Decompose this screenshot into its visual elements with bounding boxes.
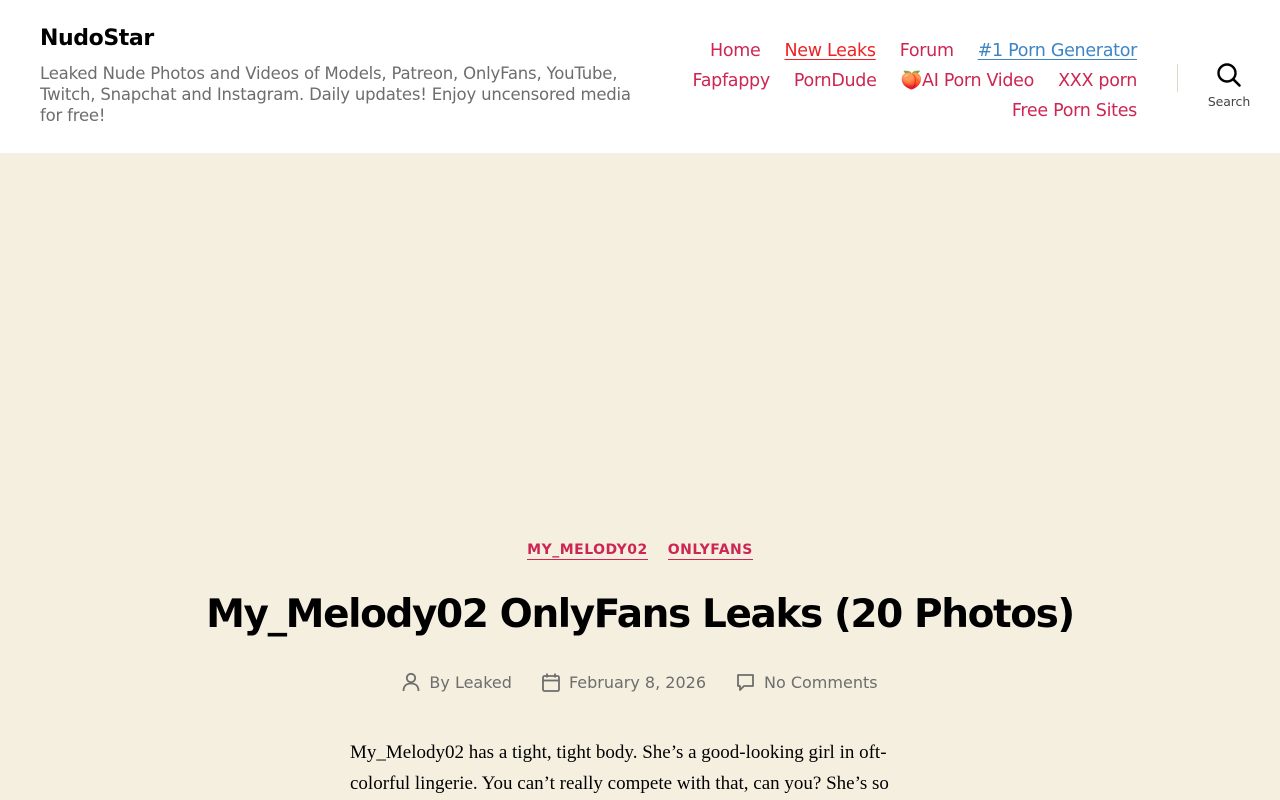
nav-row: Home New Leaks Forum #1 Porn Generator — [617, 36, 1137, 66]
site-title[interactable]: NudoStar — [40, 26, 154, 51]
post-excerpt: My_Melody02 has a tight, tight body. She… — [350, 742, 889, 794]
nav-item-ai-porn-video[interactable]: 🍑AI Porn Video — [901, 71, 1035, 91]
nav-item-new-leaks[interactable]: New Leaks — [784, 41, 876, 61]
post-title: My_Melody02 OnlyFans Leaks (20 Photos) — [206, 592, 1075, 637]
nav-item-free-porn-sites[interactable]: Free Porn Sites — [1012, 101, 1137, 121]
user-icon — [403, 672, 420, 692]
post-comments: No Comments — [736, 672, 878, 692]
site-header: NudoStar Leaked Nude Photos and Videos o… — [0, 0, 1280, 153]
search-icon — [1217, 63, 1241, 87]
nav-item-porn-generator[interactable]: #1 Porn Generator — [978, 41, 1138, 61]
nav-item-fapfappy[interactable]: Fapfappy — [693, 71, 771, 91]
category-link[interactable]: ONLYFANS — [667, 542, 753, 560]
calendar-icon — [542, 673, 560, 692]
nav-item-forum[interactable]: Forum — [900, 41, 954, 61]
nav-item-home[interactable]: Home — [710, 41, 761, 61]
post-meta: By Leaked February 8, 2026 No Comments — [0, 672, 1280, 692]
primary-nav: Home New Leaks Forum #1 Porn Generator F… — [617, 36, 1138, 126]
nav-row: Free Porn Sites — [617, 96, 1137, 126]
search-label: Search — [1207, 94, 1251, 109]
category-link[interactable]: MY_MELODY02 — [527, 542, 648, 560]
site-description: Leaked Nude Photos and Videos of Models,… — [40, 64, 631, 125]
search-toggle-button[interactable]: Search — [1200, 62, 1258, 114]
post-date: February 8, 2026 — [542, 672, 706, 692]
nav-item-xxx-porn[interactable]: XXX porn — [1058, 71, 1137, 91]
post-author-link[interactable]: By Leaked — [429, 673, 512, 692]
nav-row: Fapfappy PornDude 🍑AI Porn Video XXX por… — [617, 66, 1138, 96]
header-divider — [1177, 64, 1178, 92]
comment-icon — [737, 673, 754, 691]
post-categories: MY_MELODY02 ONLYFANS — [0, 542, 1280, 560]
post-date-link[interactable]: February 8, 2026 — [569, 673, 706, 692]
post-comments-link[interactable]: No Comments — [764, 673, 878, 692]
nav-item-porndude[interactable]: PornDude — [794, 71, 877, 91]
post-author: By Leaked — [402, 672, 512, 692]
